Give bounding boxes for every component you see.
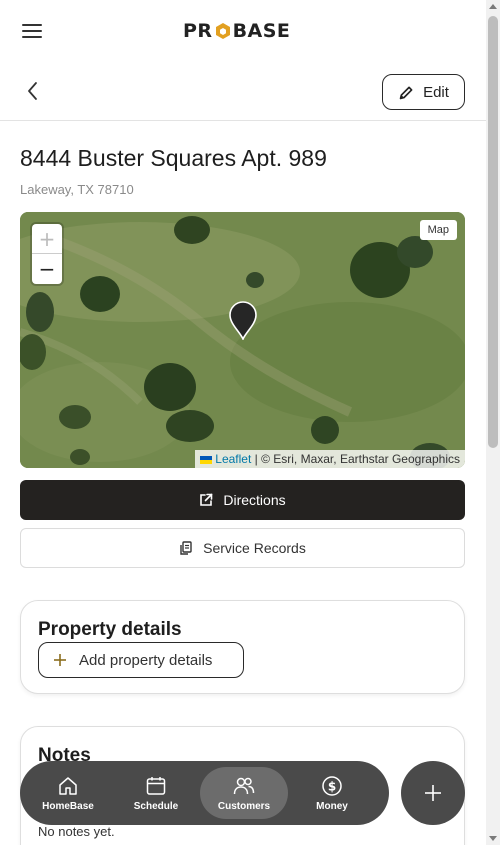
page-subheader: Edit bbox=[0, 62, 486, 121]
notes-empty-text: No notes yet. bbox=[38, 824, 115, 839]
ukraine-flag-icon bbox=[200, 455, 213, 464]
page-scrollbar[interactable] bbox=[486, 0, 500, 845]
add-property-details-label: Add property details bbox=[79, 651, 213, 669]
service-records-label: Service Records bbox=[203, 540, 306, 556]
add-property-details-button[interactable]: Add property details bbox=[38, 642, 244, 678]
service-records-button[interactable]: Service Records bbox=[20, 528, 465, 568]
pencil-icon bbox=[399, 86, 413, 99]
nav-item-money[interactable]: $ Money bbox=[288, 767, 376, 819]
property-city-line: Lakeway, TX 78710 bbox=[20, 182, 134, 197]
chevron-left-icon[interactable] bbox=[22, 80, 44, 102]
svg-text:$: $ bbox=[328, 779, 336, 793]
nav-label-homebase: HomeBase bbox=[42, 800, 94, 812]
logo-text-right: BASE bbox=[232, 20, 291, 42]
map-type-button[interactable]: Map bbox=[419, 220, 457, 240]
users-icon bbox=[233, 777, 255, 794]
hexagon-logo-icon bbox=[214, 22, 232, 40]
zoom-in-button[interactable]: + bbox=[32, 224, 62, 254]
nav-label-schedule: Schedule bbox=[133, 800, 179, 812]
plus-icon bbox=[54, 654, 66, 666]
nav-item-homebase[interactable]: HomeBase bbox=[24, 767, 112, 819]
scroll-up-arrow[interactable] bbox=[489, 4, 497, 9]
calendar-icon bbox=[146, 776, 166, 795]
directions-label: Directions bbox=[223, 492, 286, 508]
hamburger-icon[interactable] bbox=[22, 24, 42, 40]
bottom-navigation: HomeBase Schedule Customers $ Money bbox=[20, 761, 389, 825]
map-pin-icon[interactable] bbox=[228, 300, 258, 342]
nav-label-money: Money bbox=[316, 800, 348, 812]
map-zoom-control: + − bbox=[32, 224, 62, 284]
map-attribution: Leaflet | © Esri, Maxar, Earthstar Geogr… bbox=[195, 450, 465, 468]
directions-button[interactable]: Directions bbox=[20, 480, 465, 520]
dollar-icon: $ bbox=[322, 775, 342, 796]
nav-item-schedule[interactable]: Schedule bbox=[112, 767, 200, 819]
attribution-text: | © Esri, Maxar, Earthstar Geographics bbox=[251, 452, 460, 466]
edit-button-label: Edit bbox=[423, 83, 449, 101]
add-fab-button[interactable] bbox=[401, 761, 465, 825]
scroll-down-arrow[interactable] bbox=[489, 836, 497, 841]
external-link-icon bbox=[200, 493, 213, 506]
leaflet-link[interactable]: Leaflet bbox=[215, 452, 251, 466]
property-address: 8444 Buster Squares Apt. 989 bbox=[20, 145, 327, 171]
probase-logo: PR BASE bbox=[183, 20, 290, 42]
plus-icon bbox=[425, 785, 441, 801]
property-details-title: Property details bbox=[38, 619, 182, 640]
top-app-bar: PR BASE bbox=[0, 0, 486, 62]
logo-text-left: PR bbox=[183, 20, 213, 42]
property-details-card: Property details Add property details bbox=[20, 600, 465, 694]
satellite-map[interactable]: + − Map Leaflet | © Esri, Maxar, Earthst… bbox=[20, 212, 465, 468]
documents-icon bbox=[180, 541, 192, 555]
scroll-thumb[interactable] bbox=[488, 16, 498, 448]
nav-label-customers: Customers bbox=[217, 800, 271, 812]
edit-button[interactable]: Edit bbox=[382, 74, 465, 110]
home-icon bbox=[59, 776, 77, 795]
nav-item-customers[interactable]: Customers bbox=[200, 767, 288, 819]
zoom-out-button[interactable]: − bbox=[32, 254, 62, 284]
